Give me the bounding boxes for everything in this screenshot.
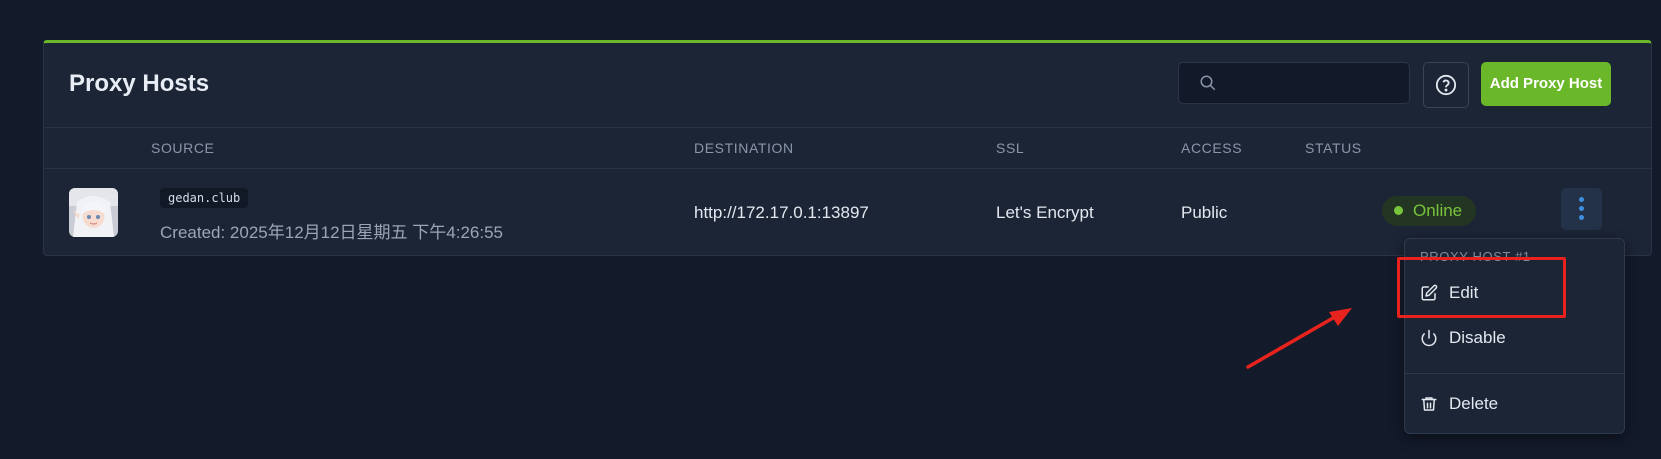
column-header-source[interactable]: SOURCE [151,140,215,156]
annotation-highlight-box [1397,257,1566,318]
access-cell: Public [1181,203,1228,222]
power-icon [1421,329,1437,347]
ssl-cell: Let's Encrypt [996,203,1094,222]
table-header: SOURCE DESTINATION SSL ACCESS STATUS [44,127,1651,169]
status-badge: Online [1382,196,1477,226]
menu-item-disable[interactable]: Disable [1405,320,1624,356]
menu-item-delete[interactable]: Delete [1405,386,1624,422]
card-header: Proxy Hosts Add Proxy Host [44,43,1651,128]
menu-item-label: Delete [1449,394,1499,413]
avatar [69,188,118,237]
status-label: Online [1413,201,1463,220]
column-header-ssl[interactable]: SSL [996,140,1024,156]
search-icon [1200,75,1216,91]
column-header-access[interactable]: ACCESS [1181,140,1242,156]
kebab-dot-icon [1579,215,1584,220]
menu-divider [1405,373,1624,374]
help-circle-icon [1435,74,1457,96]
add-proxy-host-button[interactable]: Add Proxy Host [1481,62,1611,106]
menu-item-label: Disable [1449,328,1506,347]
destination-cell: http://172.17.0.1:13897 [694,203,869,222]
status-dot-icon [1394,206,1403,215]
search-input[interactable] [1227,63,1401,105]
kebab-dot-icon [1579,206,1584,211]
column-header-status[interactable]: STATUS [1305,140,1362,156]
search-box[interactable] [1178,62,1410,105]
page-title: Proxy Hosts [69,70,210,97]
help-button[interactable] [1423,62,1469,108]
kebab-dot-icon [1579,197,1584,202]
annotation-arrow-icon [1246,308,1352,369]
column-header-destination[interactable]: DESTINATION [694,140,794,156]
row-actions-button[interactable] [1561,188,1602,230]
trash-icon [1421,397,1437,411]
proxy-hosts-card: Proxy Hosts Add Proxy Host SOURCE DESTIN… [43,40,1652,256]
domain-name-badge[interactable]: gedan.club [160,188,249,208]
created-date: Created: 2025年12月12日星期五 下午4:26:55 [160,223,504,242]
